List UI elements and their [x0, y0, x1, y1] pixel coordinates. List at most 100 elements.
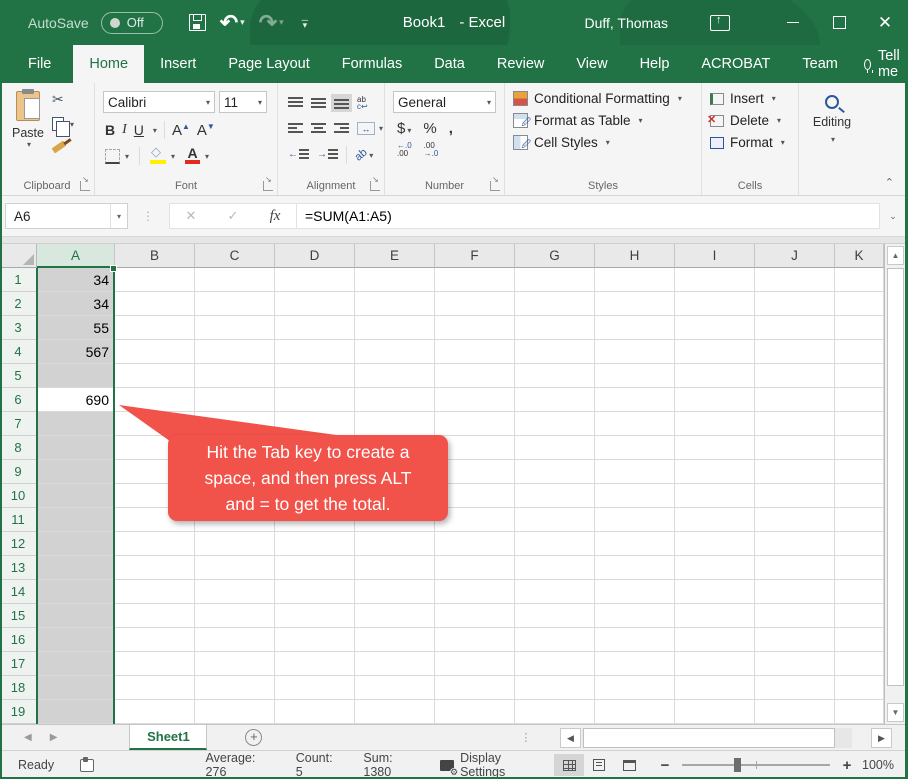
row-header-6[interactable]: 6 — [0, 388, 37, 412]
tab-home[interactable]: Home — [73, 45, 144, 83]
cell-H11[interactable] — [595, 508, 675, 532]
row-header-12[interactable]: 12 — [0, 532, 37, 556]
format-cells-button[interactable]: Format▾ — [702, 131, 798, 153]
row-header-5[interactable]: 5 — [0, 364, 37, 388]
cell-G1[interactable] — [515, 268, 595, 292]
chevron-down-icon[interactable]: ▾ — [27, 140, 31, 149]
row-header-14[interactable]: 14 — [0, 580, 37, 604]
tell-me-button[interactable]: Tell me — [854, 45, 908, 83]
cell-H3[interactable] — [595, 316, 675, 340]
cell-K15[interactable] — [835, 604, 884, 628]
column-header-G[interactable]: G — [515, 244, 595, 268]
cell-H12[interactable] — [595, 532, 675, 556]
cell-J4[interactable] — [755, 340, 835, 364]
page-layout-view-button[interactable] — [584, 754, 614, 776]
comma-style-button[interactable]: , — [449, 120, 453, 137]
cell-I9[interactable] — [675, 460, 755, 484]
cell-E5[interactable] — [355, 364, 435, 388]
cell-E3[interactable] — [355, 316, 435, 340]
font-size-combo[interactable]: 11▾ — [219, 91, 267, 113]
row-header-2[interactable]: 2 — [0, 292, 37, 316]
align-bottom-button[interactable] — [334, 97, 349, 109]
cell-A17[interactable] — [37, 652, 115, 676]
row-header-4[interactable]: 4 — [0, 340, 37, 364]
cell-C15[interactable] — [195, 604, 275, 628]
cell-I18[interactable] — [675, 676, 755, 700]
cell-C7[interactable] — [195, 412, 275, 436]
customize-qat-button[interactable]: ─▾ — [302, 18, 308, 28]
horizontal-scroll-thumb[interactable] — [583, 728, 835, 748]
cell-D19[interactable] — [275, 700, 355, 724]
cell-A12[interactable] — [37, 532, 115, 556]
percent-style-button[interactable]: % — [423, 120, 436, 137]
cell-D6[interactable] — [275, 388, 355, 412]
normal-view-button[interactable] — [554, 754, 584, 776]
cell-C5[interactable] — [195, 364, 275, 388]
cell-D18[interactable] — [275, 676, 355, 700]
cell-G13[interactable] — [515, 556, 595, 580]
cell-G19[interactable] — [515, 700, 595, 724]
cell-G14[interactable] — [515, 580, 595, 604]
cell-K2[interactable] — [835, 292, 884, 316]
cell-J19[interactable] — [755, 700, 835, 724]
cell-D17[interactable] — [275, 652, 355, 676]
cell-H2[interactable] — [595, 292, 675, 316]
cell-H14[interactable] — [595, 580, 675, 604]
cell-I14[interactable] — [675, 580, 755, 604]
row-header-11[interactable]: 11 — [0, 508, 37, 532]
tab-acrobat[interactable]: ACROBAT — [685, 45, 786, 83]
copy-icon[interactable] — [52, 117, 64, 131]
cell-E2[interactable] — [355, 292, 435, 316]
cell-F17[interactable] — [435, 652, 515, 676]
tab-help[interactable]: Help — [624, 45, 686, 83]
name-box[interactable]: A6 ▾ — [5, 203, 128, 229]
chevron-down-icon[interactable]: ▾ — [205, 152, 209, 161]
column-header-A[interactable]: A — [37, 244, 115, 268]
sheet-tab-sheet1[interactable]: Sheet1 — [129, 725, 207, 750]
cell-B18[interactable] — [115, 676, 195, 700]
cell-D15[interactable] — [275, 604, 355, 628]
drag-handle-icon[interactable]: ⋮ — [520, 731, 532, 744]
zoom-level[interactable]: 100% — [862, 758, 894, 772]
row-header-16[interactable]: 16 — [0, 628, 37, 652]
tab-review[interactable]: Review — [481, 45, 561, 83]
cell-F15[interactable] — [435, 604, 515, 628]
cell-B16[interactable] — [115, 628, 195, 652]
cell-I2[interactable] — [675, 292, 755, 316]
column-header-J[interactable]: J — [755, 244, 835, 268]
cell-G8[interactable] — [515, 436, 595, 460]
font-name-combo[interactable]: Calibri▾ — [103, 91, 215, 113]
undo-button[interactable]: ↶▾ — [220, 13, 245, 33]
collapse-ribbon-icon[interactable]: ⌃ — [885, 176, 894, 189]
cell-K18[interactable] — [835, 676, 884, 700]
cell-C6[interactable] — [195, 388, 275, 412]
drag-handle-icon[interactable]: ⋮ — [142, 209, 155, 223]
align-center-button[interactable] — [311, 123, 326, 135]
format-painter-icon[interactable] — [52, 141, 67, 154]
zoom-slider-thumb[interactable] — [734, 758, 741, 772]
cell-G18[interactable] — [515, 676, 595, 700]
cell-styles-button[interactable]: Cell Styles▾ — [505, 131, 701, 153]
cell-C19[interactable] — [195, 700, 275, 724]
horizontal-scrollbar[interactable]: ◀ ▶ — [560, 728, 892, 748]
cell-E13[interactable] — [355, 556, 435, 580]
cell-G10[interactable] — [515, 484, 595, 508]
cell-K9[interactable] — [835, 460, 884, 484]
column-header-H[interactable]: H — [595, 244, 675, 268]
cell-I4[interactable] — [675, 340, 755, 364]
tab-view[interactable]: View — [560, 45, 623, 83]
cell-I17[interactable] — [675, 652, 755, 676]
cell-F14[interactable] — [435, 580, 515, 604]
cell-J18[interactable] — [755, 676, 835, 700]
cell-J17[interactable] — [755, 652, 835, 676]
cell-K13[interactable] — [835, 556, 884, 580]
cell-A15[interactable] — [37, 604, 115, 628]
expand-formula-bar-icon[interactable]: ⌄ — [884, 211, 902, 222]
cell-G4[interactable] — [515, 340, 595, 364]
cell-I16[interactable] — [675, 628, 755, 652]
chevron-down-icon[interactable]: ▾ — [379, 124, 383, 133]
scroll-right-icon[interactable]: ▶ — [871, 728, 892, 748]
chevron-down-icon[interactable]: ▾ — [171, 152, 175, 161]
cell-H13[interactable] — [595, 556, 675, 580]
cut-icon[interactable]: ✂ — [52, 91, 64, 108]
